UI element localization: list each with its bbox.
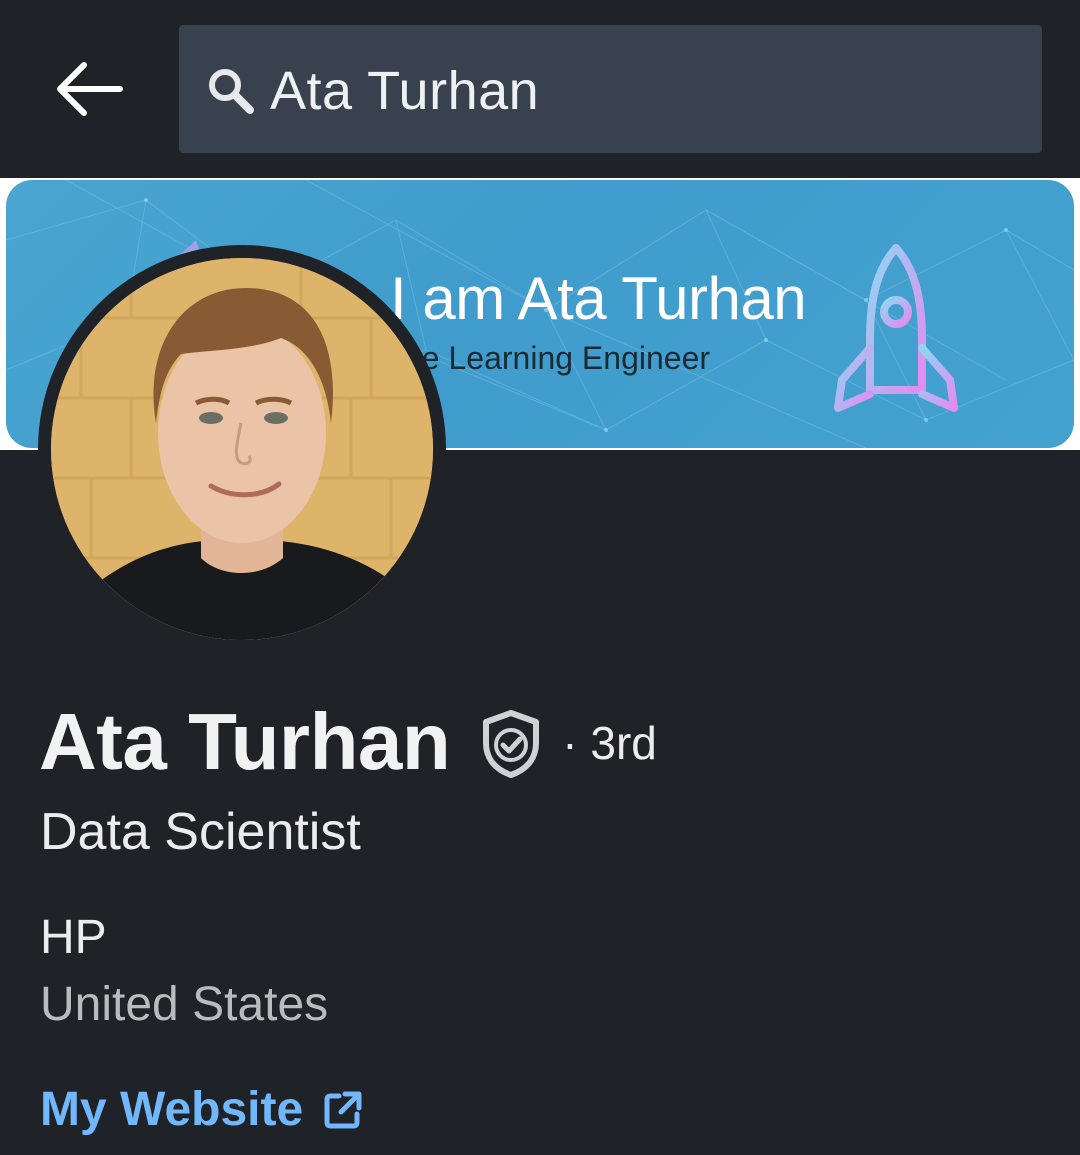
connection-degree: · 3rd	[562, 717, 657, 769]
top-bar: Ata Turhan	[0, 0, 1080, 178]
website-label[interactable]: My Website	[40, 1080, 303, 1140]
banner-subtitle: ne Learning Engineer	[404, 340, 711, 376]
avatar[interactable]	[38, 245, 446, 653]
arrow-left-icon	[57, 62, 123, 116]
banner-title: I am Ata Turhan	[390, 265, 807, 332]
rocket-icon	[834, 244, 958, 424]
profile-company[interactable]: HP	[40, 908, 107, 968]
name-row: Ata Turhan · 3rd	[39, 696, 657, 788]
back-button[interactable]	[46, 56, 130, 122]
website-link[interactable]: My Website	[40, 1080, 365, 1140]
profile-location: United States	[40, 978, 329, 1031]
profile-name: Ata Turhan	[39, 697, 451, 786]
search-icon	[209, 69, 254, 114]
search-query[interactable]: Ata Turhan	[270, 56, 539, 126]
shield-check-icon[interactable]	[480, 709, 542, 779]
external-link-icon	[324, 1091, 362, 1129]
profile-photo	[51, 258, 433, 640]
profile-headline: Data Scientist	[40, 803, 361, 861]
